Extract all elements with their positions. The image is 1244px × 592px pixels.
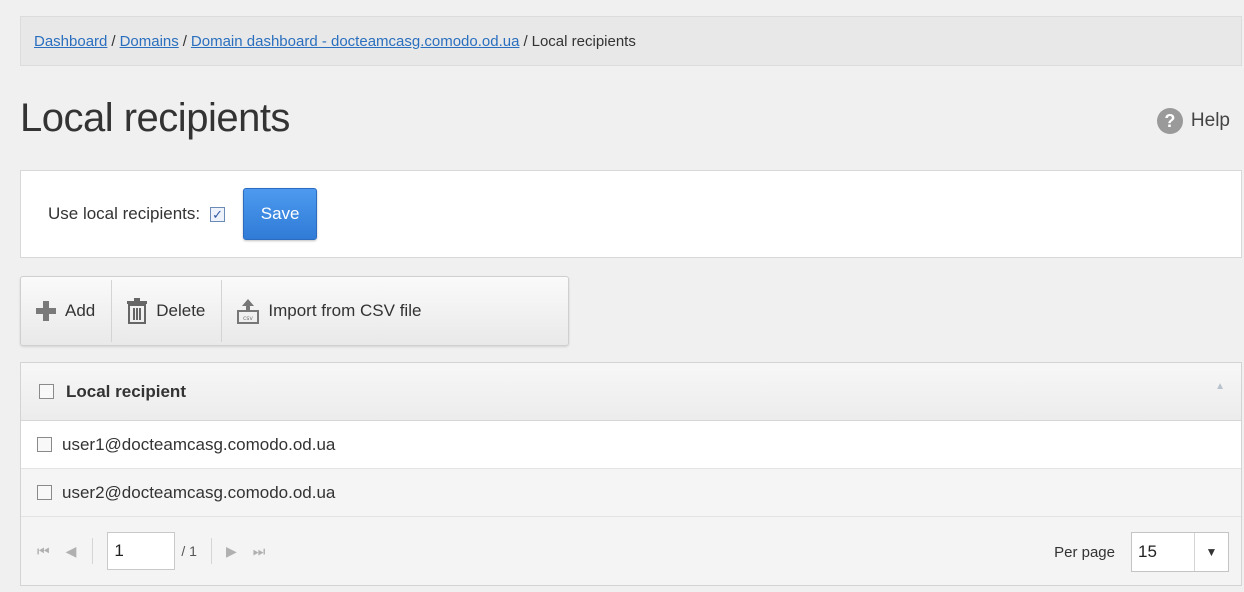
page-title: Local recipients xyxy=(20,96,290,140)
csv-upload-icon: csv xyxy=(237,299,260,324)
pager-divider xyxy=(92,538,94,564)
recipients-table: Local recipient ▲ user1@docteamcasg.como… xyxy=(20,362,1242,586)
use-local-recipients-checkbox[interactable]: ✓ xyxy=(210,206,226,222)
table-row[interactable]: user1@docteamcasg.comodo.od.ua xyxy=(21,421,1241,469)
toolbar: Add Delete csv Import from CSV file xyxy=(20,276,569,346)
next-page-icon[interactable]: ▶ xyxy=(226,543,237,560)
per-page-control: Per page 15 ▼ xyxy=(1054,532,1229,572)
column-header-local-recipient[interactable]: Local recipient xyxy=(66,382,186,402)
settings-panel: Use local recipients: ✓ Save xyxy=(20,170,1242,258)
breadcrumb-dashboard[interactable]: Dashboard xyxy=(34,33,107,50)
delete-button[interactable]: Delete xyxy=(112,277,221,345)
page: Dashboard / Domains / Domain dashboard -… xyxy=(8,0,1244,592)
trash-icon xyxy=(127,298,148,324)
pagination: ⏮ ◀ 1 / 1 ▶ ⏭ Per page 15 ▼ xyxy=(21,517,1241,585)
help-icon: ? xyxy=(1156,108,1183,134)
delete-label: Delete xyxy=(156,301,206,320)
sort-ascending-icon[interactable]: ▲ xyxy=(1215,381,1225,392)
save-button[interactable]: Save xyxy=(243,188,318,240)
per-page-value: 15 xyxy=(1138,542,1157,561)
breadcrumb-separator: / xyxy=(111,32,116,50)
recipient-email: user1@docteamcasg.comodo.od.ua xyxy=(62,434,336,454)
breadcrumb-separator: / xyxy=(182,32,187,50)
import-csv-label: Import from CSV file xyxy=(268,301,422,320)
per-page-select[interactable]: 15 ▼ xyxy=(1131,532,1229,572)
help-link[interactable]: ? Help xyxy=(1156,108,1230,134)
chevron-down-icon: ▼ xyxy=(1194,533,1228,571)
breadcrumb-domains[interactable]: Domains xyxy=(120,33,179,50)
row-checkbox[interactable] xyxy=(37,485,52,500)
breadcrumb-separator: / xyxy=(523,32,528,50)
help-label: Help xyxy=(1190,110,1230,131)
table-row[interactable]: user2@docteamcasg.comodo.od.ua xyxy=(21,469,1241,517)
use-local-recipients-label: Use local recipients: xyxy=(48,204,201,223)
pager-divider xyxy=(210,538,212,564)
page-total: / 1 xyxy=(181,543,197,559)
breadcrumb-current: Local recipients xyxy=(531,32,636,50)
breadcrumb-domain-dashboard[interactable]: Domain dashboard - docteamcasg.comodo.od… xyxy=(191,33,520,50)
page-number-input[interactable]: 1 xyxy=(107,532,176,570)
prev-page-icon[interactable]: ◀ xyxy=(66,543,77,560)
plus-icon xyxy=(36,301,56,321)
per-page-label: Per page xyxy=(1054,543,1115,561)
add-label: Add xyxy=(65,301,96,320)
first-page-icon[interactable]: ⏮ xyxy=(37,543,50,560)
row-checkbox[interactable] xyxy=(37,437,52,452)
recipient-email: user2@docteamcasg.comodo.od.ua xyxy=(62,482,336,502)
add-button[interactable]: Add xyxy=(21,277,111,345)
table-header: Local recipient ▲ xyxy=(21,363,1241,421)
select-all-checkbox[interactable] xyxy=(39,384,54,399)
last-page-icon[interactable]: ⏭ xyxy=(253,543,266,560)
breadcrumb: Dashboard / Domains / Domain dashboard -… xyxy=(20,16,1242,66)
import-csv-button[interactable]: csv Import from CSV file xyxy=(222,277,437,345)
svg-text:csv: csv xyxy=(243,315,253,322)
